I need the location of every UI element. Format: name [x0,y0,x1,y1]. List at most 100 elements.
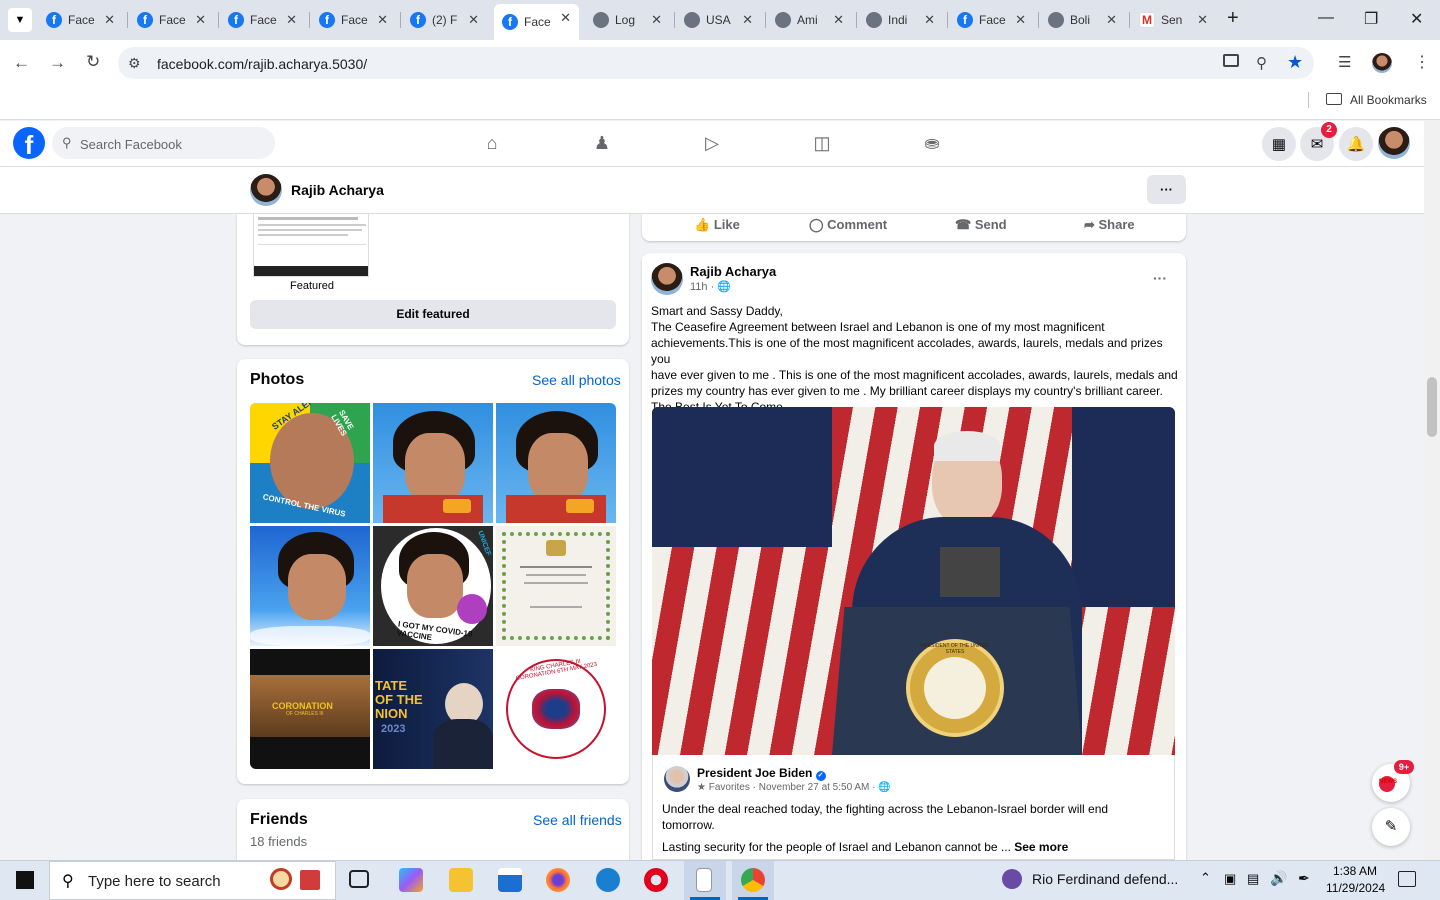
forward-button[interactable]: → [49,53,66,73]
minimize-button[interactable]: — [1318,9,1334,27]
url-text[interactable]: facebook.com/rajib.acharya.5030/ [157,56,367,72]
close-tab-icon[interactable]: ✕ [742,12,753,28]
home-icon[interactable]: ⌂ [481,133,503,153]
restore-button[interactable]: ❐ [1364,9,1378,29]
close-tab-icon[interactable]: ✕ [833,12,844,28]
browser-tab[interactable]: f Face ✕ [311,6,396,34]
volume-icon[interactable]: 🔊 [1270,870,1287,887]
network-icon[interactable]: ▤ [1247,871,1259,887]
browser-tab[interactable]: f Face ✕ [494,4,579,40]
friends-icon[interactable]: ♟ [591,133,613,153]
notifications-bell-icon[interactable]: 🔔 [1339,127,1373,161]
photo-portrait-1[interactable] [373,403,493,523]
gaming-icon[interactable]: ⛂ [921,133,943,153]
close-window-button[interactable]: ✕ [1410,9,1423,29]
close-tab-icon[interactable]: ✕ [286,12,297,28]
browser-tab[interactable]: Ami ✕ [767,6,852,34]
install-app-icon[interactable] [1223,54,1239,67]
facebook-search[interactable]: ⚲ Search Facebook [52,127,275,159]
notepad-icon[interactable] [696,868,712,892]
browser-tab[interactable]: f Face ✕ [220,6,305,34]
send-button[interactable]: ☎ Send [955,217,1007,233]
see-all-friends-link[interactable]: See all friends [533,812,622,828]
media-control-icon[interactable]: ☰ [1338,53,1351,71]
page-scrollbar[interactable] [1424,121,1440,860]
close-tab-icon[interactable]: ✕ [1197,12,1208,28]
shared-author-row[interactable]: President Joe Biden ✓ [697,766,826,781]
chrome-icon[interactable] [741,868,765,892]
browser-tab[interactable]: f Face ✕ [38,6,123,34]
close-tab-icon[interactable]: ✕ [1106,12,1117,28]
photo-certificate[interactable] [496,526,616,646]
close-tab-icon[interactable]: ✕ [560,10,571,26]
post-time[interactable]: 11h · 🌐 [690,280,731,293]
facebook-logo-icon[interactable]: f [13,127,45,160]
profile-avatar[interactable] [250,174,282,206]
task-view-icon[interactable] [349,870,369,888]
browser-tab[interactable]: Indi ✕ [858,6,943,34]
reload-button[interactable]: ↻ [86,52,100,72]
zoom-icon[interactable]: ⚲ [1256,54,1267,72]
site-info-icon[interactable]: ⚙ [128,55,141,72]
see-more-link[interactable]: See more [1014,840,1068,854]
photos-title[interactable]: Photos [250,371,304,389]
close-tab-icon[interactable]: ✕ [468,12,479,28]
close-tab-icon[interactable]: ✕ [1015,12,1026,28]
photo-king-charles-emblem[interactable]: KING CHARLES III CORONATION 6TH MAY 2023 [496,649,616,769]
taskbar-search[interactable]: ⚲ Type here to search [49,861,336,900]
close-tab-icon[interactable]: ✕ [651,12,662,28]
see-all-photos-link[interactable]: See all photos [532,372,621,388]
photo-state-of-union[interactable]: TATE OF THE NION 2023 [373,649,493,769]
copilot-icon[interactable] [399,868,423,892]
close-tab-icon[interactable]: ✕ [924,12,935,28]
back-button[interactable]: ← [13,53,30,73]
tray-usb-icon[interactable]: ▣ [1224,871,1236,887]
pen-icon[interactable]: ✒ [1298,870,1310,887]
scrollbar-thumb[interactable] [1427,377,1437,437]
close-tab-icon[interactable]: ✕ [377,12,388,28]
all-bookmarks-button[interactable]: All Bookmarks [1350,93,1427,107]
browser-tab[interactable]: f Face ✕ [129,6,214,34]
tab-search-button[interactable]: ▼ [8,8,32,32]
opera-icon[interactable] [644,868,668,892]
news-ticker-text[interactable]: Rio Ferdinand defend... [1032,871,1178,887]
show-hidden-icons[interactable]: ⌃ [1200,870,1211,886]
photo-portrait-2[interactable] [496,403,616,523]
news-ticker-icon[interactable] [1002,869,1022,889]
folder-icon[interactable] [1326,93,1342,105]
comment-button[interactable]: ◯ Comment [809,217,887,233]
browser-tab[interactable]: f (2) F ✕ [402,6,487,34]
video-icon[interactable]: ▷ [701,133,723,153]
store-icon[interactable] [498,868,522,892]
shared-post-image[interactable]: PRESIDENT OF THE UNITED STATES [652,407,1175,755]
browser-profile-avatar[interactable] [1372,53,1392,73]
new-message-compose-icon[interactable]: ✎ [1372,808,1410,846]
photo-portrait-clouds[interactable] [250,526,370,646]
friends-title[interactable]: Friends [250,811,308,829]
photo-stay-alert[interactable]: STAY ALERT SAVE LIVES CONTROL THE VIRUS [250,403,370,523]
close-tab-icon[interactable]: ✕ [104,12,115,28]
browser-tab[interactable]: USA ✕ [676,6,761,34]
browser-menu-icon[interactable]: ⋮ [1414,52,1430,72]
windows-start-icon[interactable] [16,871,34,889]
account-avatar[interactable] [1378,127,1410,159]
photo-vaccine[interactable]: I GOT MY COVID-19 VACCINE UNICEF [373,526,493,646]
post-options-button[interactable]: ··· [1153,270,1167,286]
browser-tab[interactable]: f Face ✕ [949,6,1034,34]
browser-tab[interactable]: Boli ✕ [1040,6,1125,34]
photo-coronation[interactable]: CORONATION OF CHARLES III [250,649,370,769]
share-button[interactable]: ➦ Share [1084,217,1135,233]
notification-center-icon[interactable] [1398,871,1416,887]
clock-time[interactable]: 1:38 AM [1333,864,1377,878]
profile-name[interactable]: Rajib Acharya [291,182,384,198]
like-button[interactable]: 👍 Like [694,217,740,233]
menu-grid-icon[interactable]: ▦ [1262,127,1296,161]
biden-avatar[interactable] [664,766,690,792]
featured-thumbnail[interactable] [253,214,369,277]
firefox-icon[interactable] [546,868,570,892]
new-tab-button[interactable]: + [1227,7,1239,30]
bookmark-star-icon[interactable]: ★ [1287,52,1303,73]
file-explorer-icon[interactable] [449,868,473,892]
profile-more-button[interactable]: ··· [1147,175,1186,204]
marketplace-icon[interactable]: ◫ [811,133,833,153]
